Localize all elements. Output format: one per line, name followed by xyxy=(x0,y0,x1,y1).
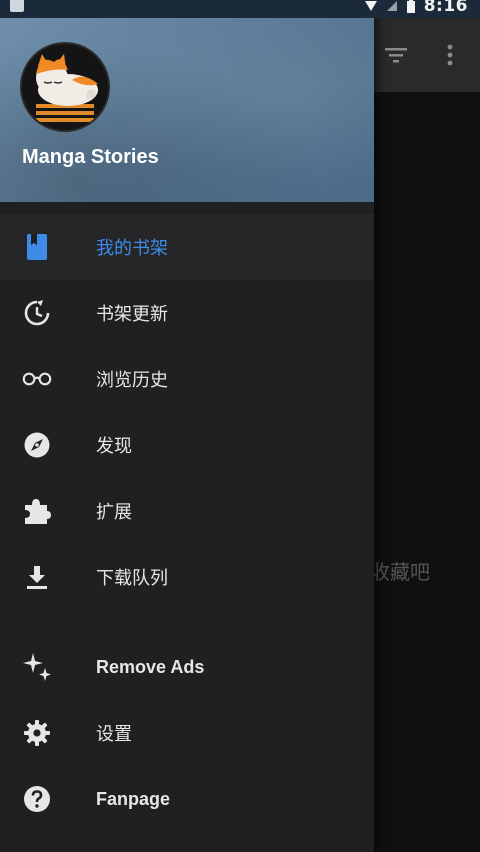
gear-icon xyxy=(22,718,52,748)
drawer-header: Manga Stories xyxy=(0,18,374,202)
navigation-drawer: Manga Stories 8:16 我的书架 书架更新 浏览历史 发现 扩展 … xyxy=(0,0,480,852)
menu-item-label: 扩展 xyxy=(96,502,132,523)
status-bar: 8:16 xyxy=(0,0,480,18)
refresh-icon xyxy=(22,298,52,328)
menu-divider xyxy=(0,610,374,634)
menu-item-label: 下载队列 xyxy=(96,568,168,589)
signal-icon xyxy=(386,1,397,11)
app-name: Manga Stories xyxy=(22,146,159,168)
notification-icon xyxy=(10,0,24,12)
menu-item-extensions[interactable]: 扩展 xyxy=(0,478,374,544)
menu-item-label: 我的书架 xyxy=(96,238,168,259)
puzzle-icon xyxy=(22,496,52,526)
menu-item-label: 书架更新 xyxy=(96,304,168,325)
drawer-menu: 我的书架 书架更新 浏览历史 发现 扩展 下载队列 Remove Ads 设置 … xyxy=(0,214,374,832)
menu-item-fanpage[interactable]: Fanpage xyxy=(0,766,374,832)
help-circle-icon xyxy=(22,784,52,814)
menu-item-label: 设置 xyxy=(96,724,132,745)
menu-item-history[interactable]: 浏览历史 xyxy=(0,346,374,412)
bookmark-book-icon xyxy=(22,232,52,262)
menu-item-settings[interactable]: 设置 xyxy=(0,700,374,766)
menu-item-label: 浏览历史 xyxy=(96,370,168,391)
menu-item-downloads[interactable]: 下载队列 xyxy=(0,544,374,610)
menu-item-label: Fanpage xyxy=(96,788,171,809)
menu-item-remove-ads[interactable]: Remove Ads xyxy=(0,634,374,700)
avatar[interactable] xyxy=(20,42,110,132)
menu-item-discover[interactable]: 发现 xyxy=(0,412,374,478)
menu-item-bookshelf[interactable]: 我的书架 xyxy=(0,214,374,280)
status-icons: 8:16 xyxy=(364,0,468,16)
battery-icon xyxy=(406,0,415,13)
glasses-icon xyxy=(22,364,52,394)
menu-item-updates[interactable]: 书架更新 xyxy=(0,280,374,346)
more-vertical-icon[interactable] xyxy=(440,42,460,68)
download-icon xyxy=(22,562,52,592)
compass-icon xyxy=(22,430,52,460)
filter-icon[interactable] xyxy=(383,42,409,68)
sparkle-icon xyxy=(22,652,52,682)
status-time: 8:16 xyxy=(423,0,468,16)
menu-item-label: Remove Ads xyxy=(96,656,205,677)
wifi-icon xyxy=(364,1,377,11)
menu-item-label: 发现 xyxy=(96,436,132,457)
